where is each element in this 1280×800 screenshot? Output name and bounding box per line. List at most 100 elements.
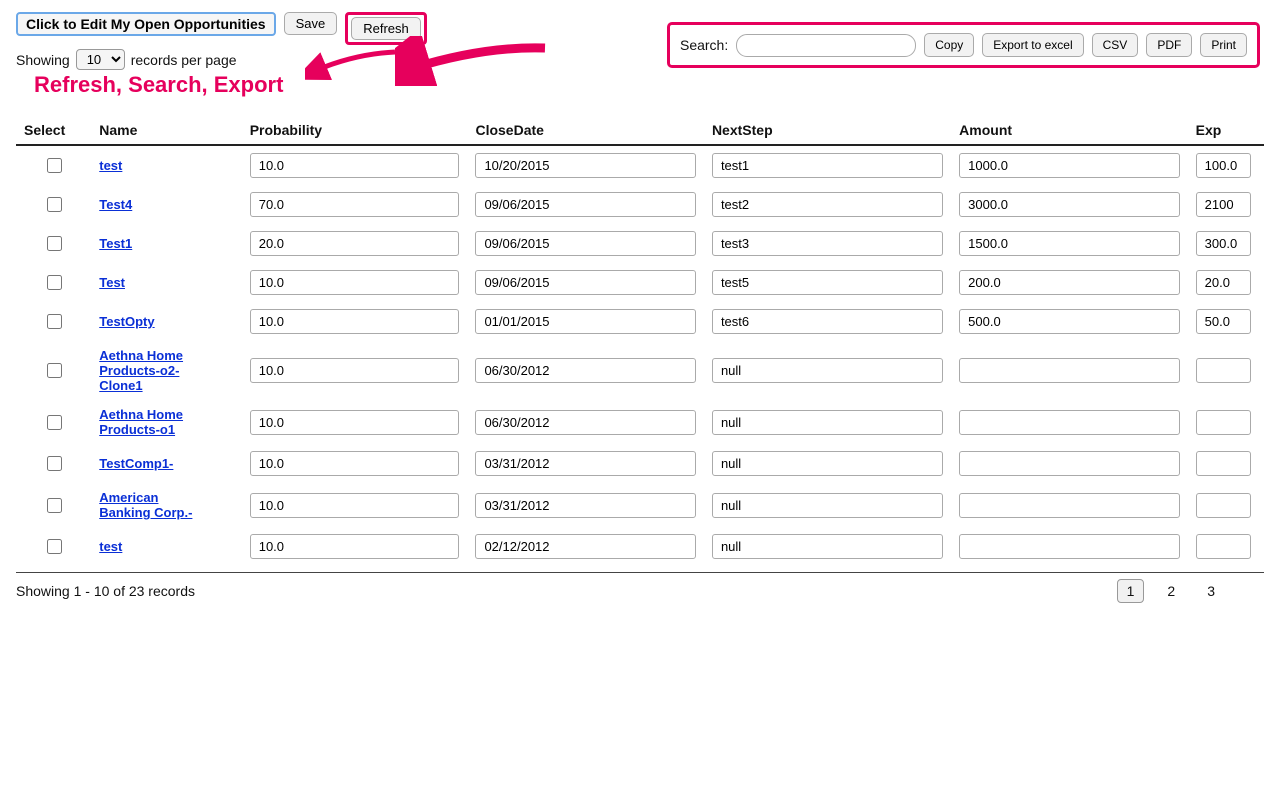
probability-input[interactable] bbox=[250, 309, 460, 334]
opportunity-name-link[interactable]: Test4 bbox=[99, 197, 132, 212]
closedate-input[interactable] bbox=[475, 493, 695, 518]
opportunity-name-link[interactable]: Aethna Home Products-o2-Clone1 bbox=[99, 348, 209, 393]
row-select-checkbox[interactable] bbox=[47, 456, 62, 471]
amount-input[interactable] bbox=[959, 270, 1179, 295]
opportunity-name-link[interactable]: Aethna Home Products-o1 bbox=[99, 407, 209, 437]
amount-input[interactable] bbox=[959, 410, 1179, 435]
row-select-checkbox[interactable] bbox=[47, 415, 62, 430]
closedate-input[interactable] bbox=[475, 451, 695, 476]
amount-input[interactable] bbox=[959, 358, 1179, 383]
nextstep-input[interactable] bbox=[712, 153, 943, 178]
closedate-input[interactable] bbox=[475, 534, 695, 559]
probability-input[interactable] bbox=[250, 493, 460, 518]
row-select-checkbox[interactable] bbox=[47, 236, 62, 251]
table-row: Aethna Home Products-o2-Clone1 bbox=[16, 341, 1264, 400]
closedate-input[interactable] bbox=[475, 153, 695, 178]
amount-input[interactable] bbox=[959, 231, 1179, 256]
exp-input[interactable] bbox=[1196, 153, 1251, 178]
opportunities-table: Select Name Probability CloseDate NextSt… bbox=[16, 116, 1264, 566]
pager: 123 bbox=[1117, 579, 1224, 603]
csv-button[interactable]: CSV bbox=[1092, 33, 1139, 57]
exp-input[interactable] bbox=[1196, 358, 1251, 383]
amount-input[interactable] bbox=[959, 309, 1179, 334]
probability-input[interactable] bbox=[250, 410, 460, 435]
probability-input[interactable] bbox=[250, 358, 460, 383]
nextstep-input[interactable] bbox=[712, 192, 943, 217]
probability-input[interactable] bbox=[250, 534, 460, 559]
table-row: American Banking Corp.- bbox=[16, 483, 1264, 527]
table-row: Aethna Home Products-o1 bbox=[16, 400, 1264, 444]
col-name: Name bbox=[91, 116, 241, 145]
col-exp: Exp bbox=[1188, 116, 1264, 145]
amount-input[interactable] bbox=[959, 153, 1179, 178]
row-select-checkbox[interactable] bbox=[47, 275, 62, 290]
records-suffix: records per page bbox=[131, 52, 237, 68]
row-select-checkbox[interactable] bbox=[47, 158, 62, 173]
exp-input[interactable] bbox=[1196, 192, 1251, 217]
records-per-page-select[interactable]: 10 bbox=[76, 49, 125, 70]
nextstep-input[interactable] bbox=[712, 534, 943, 559]
row-select-checkbox[interactable] bbox=[47, 498, 62, 513]
exp-input[interactable] bbox=[1196, 270, 1251, 295]
opportunity-name-link[interactable]: TestOpty bbox=[99, 314, 154, 329]
exp-input[interactable] bbox=[1196, 493, 1251, 518]
col-select: Select bbox=[16, 116, 91, 145]
exp-input[interactable] bbox=[1196, 309, 1251, 334]
table-row: test bbox=[16, 145, 1264, 185]
probability-input[interactable] bbox=[250, 153, 460, 178]
nextstep-input[interactable] bbox=[712, 270, 943, 295]
row-select-checkbox[interactable] bbox=[47, 363, 62, 378]
annotation-text: Refresh, Search, Export bbox=[34, 72, 283, 98]
amount-input[interactable] bbox=[959, 451, 1179, 476]
opportunity-name-link[interactable]: American Banking Corp.- bbox=[99, 490, 209, 520]
print-button[interactable]: Print bbox=[1200, 33, 1247, 57]
exp-input[interactable] bbox=[1196, 534, 1251, 559]
nextstep-input[interactable] bbox=[712, 358, 943, 383]
amount-input[interactable] bbox=[959, 493, 1179, 518]
opportunity-name-link[interactable]: Test bbox=[99, 275, 125, 290]
closedate-input[interactable] bbox=[475, 270, 695, 295]
page-2[interactable]: 2 bbox=[1158, 580, 1184, 602]
copy-button[interactable]: Copy bbox=[924, 33, 974, 57]
closedate-input[interactable] bbox=[475, 192, 695, 217]
row-select-checkbox[interactable] bbox=[47, 197, 62, 212]
closedate-input[interactable] bbox=[475, 410, 695, 435]
page-3[interactable]: 3 bbox=[1198, 580, 1224, 602]
closedate-input[interactable] bbox=[475, 231, 695, 256]
opportunity-name-link[interactable]: Test1 bbox=[99, 236, 132, 251]
closedate-input[interactable] bbox=[475, 358, 695, 383]
probability-input[interactable] bbox=[250, 192, 460, 217]
row-select-checkbox[interactable] bbox=[47, 314, 62, 329]
probability-input[interactable] bbox=[250, 231, 460, 256]
table-row: Test4 bbox=[16, 185, 1264, 224]
exp-input[interactable] bbox=[1196, 451, 1251, 476]
closedate-input[interactable] bbox=[475, 309, 695, 334]
row-select-checkbox[interactable] bbox=[47, 539, 62, 554]
export-excel-button[interactable]: Export to excel bbox=[982, 33, 1083, 57]
table-row: TestComp1- bbox=[16, 444, 1264, 483]
amount-input[interactable] bbox=[959, 534, 1179, 559]
probability-input[interactable] bbox=[250, 451, 460, 476]
opportunity-name-link[interactable]: TestComp1- bbox=[99, 456, 173, 471]
nextstep-input[interactable] bbox=[712, 309, 943, 334]
edit-title-button[interactable]: Click to Edit My Open Opportunities bbox=[16, 12, 276, 36]
nextstep-input[interactable] bbox=[712, 451, 943, 476]
exp-input[interactable] bbox=[1196, 410, 1251, 435]
nextstep-input[interactable] bbox=[712, 493, 943, 518]
probability-input[interactable] bbox=[250, 270, 460, 295]
table-row: test bbox=[16, 527, 1264, 566]
table-row: TestOpty bbox=[16, 302, 1264, 341]
search-input[interactable] bbox=[736, 34, 916, 57]
amount-input[interactable] bbox=[959, 192, 1179, 217]
opportunity-name-link[interactable]: test bbox=[99, 539, 122, 554]
exp-input[interactable] bbox=[1196, 231, 1251, 256]
save-button[interactable]: Save bbox=[284, 12, 338, 35]
refresh-button[interactable]: Refresh bbox=[351, 17, 421, 40]
pdf-button[interactable]: PDF bbox=[1146, 33, 1192, 57]
footer-showing: Showing 1 - 10 of 23 records bbox=[16, 583, 195, 599]
opportunity-name-link[interactable]: test bbox=[99, 158, 122, 173]
nextstep-input[interactable] bbox=[712, 231, 943, 256]
col-nextstep: NextStep bbox=[704, 116, 951, 145]
page-1[interactable]: 1 bbox=[1117, 579, 1145, 603]
nextstep-input[interactable] bbox=[712, 410, 943, 435]
